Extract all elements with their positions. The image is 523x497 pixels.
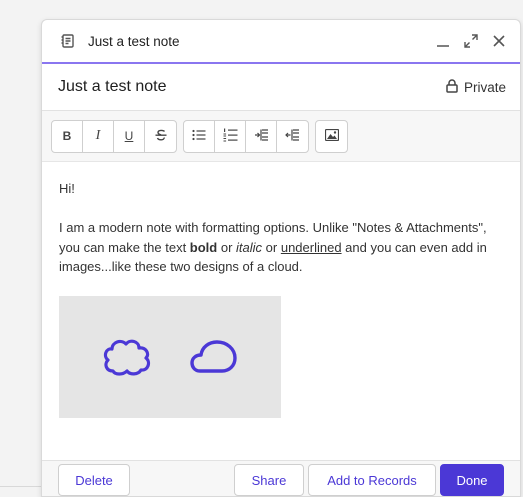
- bold-button[interactable]: B: [52, 120, 83, 152]
- formatting-toolbar: B I U: [42, 111, 520, 162]
- image-icon: [324, 128, 339, 144]
- bold-word: bold: [189, 239, 218, 255]
- numbered-list-icon: [223, 128, 238, 145]
- greeting-paragraph: Hi!: [59, 181, 75, 196]
- strikethrough-icon: [154, 128, 168, 145]
- insert-group: [315, 119, 348, 153]
- note-composer-window: Just a test note Just a test note Privat…: [41, 19, 521, 497]
- privacy-toggle[interactable]: Private: [446, 78, 506, 96]
- increase-indent-button[interactable]: [277, 121, 308, 152]
- strikethrough-button[interactable]: [145, 121, 176, 152]
- privacy-label: Private: [463, 79, 506, 95]
- increase-indent-icon: [285, 128, 300, 144]
- text-style-group: B I U: [51, 119, 177, 153]
- body-text-or-1: or: [217, 239, 237, 255]
- note-title-input[interactable]: Just a test note: [58, 78, 446, 96]
- insert-image-button[interactable]: [316, 121, 347, 152]
- body-paragraph: I am a modern note with formatting optio…: [59, 218, 503, 277]
- underline-button[interactable]: U: [114, 120, 145, 152]
- note-body-editor[interactable]: Hi! I am a modern note with formatting o…: [42, 162, 520, 418]
- add-to-records-button[interactable]: Add to Records: [308, 464, 436, 496]
- numbered-list-button[interactable]: [215, 120, 246, 152]
- cloud-designs-image[interactable]: [59, 296, 281, 418]
- body-text-or-2: or: [262, 239, 281, 255]
- bulleted-list-icon: [192, 129, 206, 144]
- lock-icon: [446, 78, 458, 96]
- bulleted-list-button[interactable]: [184, 120, 215, 152]
- italic-button[interactable]: I: [83, 120, 114, 152]
- italic-word: italic: [236, 239, 263, 255]
- italic-icon: I: [95, 128, 101, 143]
- share-button[interactable]: Share: [234, 464, 304, 496]
- underlined-word: underlined: [280, 239, 342, 255]
- note-icon: [60, 33, 76, 49]
- decrease-indent-button[interactable]: [246, 120, 277, 152]
- delete-button[interactable]: Delete: [58, 464, 130, 496]
- list-indent-group: [183, 119, 309, 153]
- note-footer: Delete Share Add to Records Done: [42, 460, 520, 496]
- minimize-icon[interactable]: [434, 32, 452, 50]
- close-icon[interactable]: [490, 32, 508, 50]
- cloud-smooth-icon: [190, 340, 237, 373]
- window-controls: [434, 32, 508, 50]
- decrease-indent-icon: [254, 128, 269, 144]
- done-button[interactable]: Done: [440, 464, 504, 496]
- bold-icon: B: [62, 129, 72, 143]
- underline-icon: U: [124, 129, 134, 143]
- expand-icon[interactable]: [462, 32, 480, 50]
- note-header: Just a test note Private: [42, 64, 520, 111]
- background-panel: [0, 0, 44, 497]
- background-divider: [0, 486, 44, 487]
- window-titlebar: Just a test note: [42, 20, 520, 64]
- window-title: Just a test note: [88, 33, 180, 49]
- cloud-bumpy-icon: [103, 339, 151, 376]
